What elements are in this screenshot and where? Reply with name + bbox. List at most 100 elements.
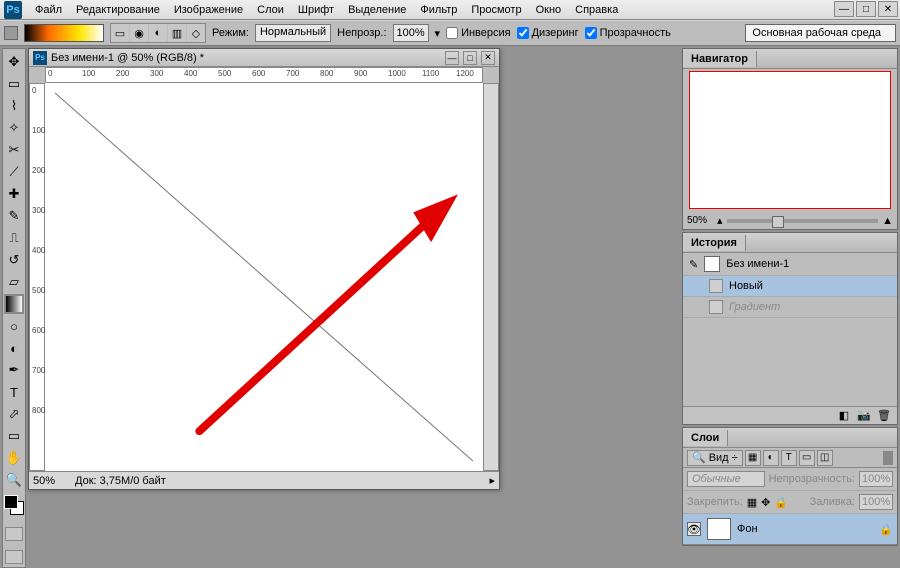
dodge-tool[interactable]: ◐ bbox=[4, 338, 24, 358]
layer-filter-kind[interactable]: 🔍 Вид ÷ bbox=[687, 450, 743, 466]
opacity-input[interactable] bbox=[393, 24, 429, 42]
stamp-tool[interactable]: ⎍ bbox=[4, 228, 24, 248]
crop-tool[interactable]: ✂ bbox=[4, 140, 24, 160]
pen-tool[interactable]: ✒ bbox=[4, 360, 24, 380]
history-brush-tool[interactable]: ↺ bbox=[4, 250, 24, 270]
blur-tool[interactable]: ○ bbox=[4, 316, 24, 336]
hand-tool[interactable]: ✋ bbox=[4, 448, 24, 468]
menu-filter[interactable]: Фильтр bbox=[413, 2, 464, 18]
gradient-reflected[interactable]: ▥ bbox=[168, 24, 186, 42]
lasso-tool[interactable]: ⌇ bbox=[4, 96, 24, 116]
zoom-tool[interactable]: 🔍 bbox=[4, 470, 24, 490]
navigator-slider[interactable] bbox=[727, 219, 879, 223]
fill-value[interactable]: 100% bbox=[859, 494, 893, 510]
window-maximize[interactable]: □ bbox=[856, 1, 876, 17]
screenmode-toggle[interactable] bbox=[5, 550, 23, 564]
mode-label: Режим: bbox=[212, 27, 249, 39]
fill-label: Заливка: bbox=[810, 496, 855, 508]
opacity-label: Непрозр.: bbox=[337, 27, 386, 39]
eraser-tool[interactable]: ▱ bbox=[4, 272, 24, 292]
ruler-horizontal[interactable]: 0100200300400500600700800900100011001200 bbox=[45, 67, 483, 83]
filter-smart-icon[interactable]: ◫ bbox=[817, 450, 833, 466]
document-window: Ps Без имени-1 @ 50% (RGB/8) * — □ ✕ 010… bbox=[28, 48, 500, 490]
doc-ps-icon: Ps bbox=[33, 51, 47, 65]
lock-pixels-icon[interactable]: ▦ bbox=[747, 496, 757, 509]
gradient-angle[interactable]: ◐ bbox=[149, 24, 167, 42]
history-brush-source-icon[interactable]: ✎ bbox=[689, 258, 698, 271]
shape-tool[interactable]: ▭ bbox=[4, 426, 24, 446]
history-snapshot[interactable]: ✎ Без имени-1 bbox=[683, 253, 897, 276]
snapshot-thumb bbox=[704, 256, 720, 272]
canvas[interactable] bbox=[45, 83, 483, 471]
layers-panel: Слои 🔍 Вид ÷ ▦ ◐ T ▭ ◫ Обычные Непрозрач… bbox=[682, 427, 898, 546]
zoom-value[interactable]: 50% bbox=[29, 475, 69, 487]
window-minimize[interactable]: — bbox=[834, 1, 854, 17]
zoom-in-icon[interactable]: ▲ bbox=[882, 215, 893, 227]
path-tool[interactable]: ⬀ bbox=[4, 404, 24, 424]
window-close[interactable]: ✕ bbox=[878, 1, 898, 17]
doc-close[interactable]: ✕ bbox=[481, 51, 495, 65]
type-tool[interactable]: T bbox=[4, 382, 24, 402]
scrollbar-vertical[interactable] bbox=[483, 83, 499, 471]
history-snapshot-button[interactable]: ◧ bbox=[837, 409, 851, 423]
menu-edit[interactable]: Редактирование bbox=[69, 2, 167, 18]
history-delete-button[interactable]: 🗑 bbox=[877, 409, 891, 423]
layer-thumb[interactable] bbox=[707, 518, 731, 540]
menu-select[interactable]: Выделение bbox=[341, 2, 413, 18]
navigator-zoom[interactable]: 50% bbox=[687, 215, 713, 226]
scrollbar-horizontal[interactable]: ▸ bbox=[485, 474, 499, 487]
dither-checkbox[interactable]: Дизеринг bbox=[517, 27, 579, 39]
layer-opacity-value[interactable]: 100% bbox=[859, 471, 893, 487]
filter-toggle[interactable] bbox=[883, 451, 893, 465]
gradient-preview[interactable] bbox=[24, 24, 104, 42]
history-item-new[interactable]: Новый bbox=[683, 276, 897, 297]
eyedropper-tool[interactable]: ⟋ bbox=[4, 162, 24, 182]
healing-tool[interactable]: ✚ bbox=[4, 184, 24, 204]
gradient-step-icon bbox=[709, 300, 723, 314]
menu-help[interactable]: Справка bbox=[568, 2, 625, 18]
filter-shape-icon[interactable]: ▭ bbox=[799, 450, 815, 466]
menu-layers[interactable]: Слои bbox=[250, 2, 291, 18]
wand-tool[interactable]: ✧ bbox=[4, 118, 24, 138]
tool-preset-icon[interactable] bbox=[4, 26, 18, 40]
filter-type-icon[interactable]: T bbox=[781, 450, 797, 466]
transparency-checkbox[interactable]: Прозрачность bbox=[585, 27, 671, 39]
zoom-out-icon[interactable]: ▴ bbox=[717, 214, 723, 227]
history-newdoc-button[interactable]: 📷 bbox=[857, 409, 871, 423]
gradient-linear[interactable]: ▭ bbox=[111, 24, 129, 42]
color-swatches[interactable] bbox=[4, 495, 24, 515]
navigator-preview[interactable] bbox=[689, 71, 891, 209]
opacity-popup-icon[interactable]: ▾ bbox=[435, 27, 441, 40]
history-item-gradient[interactable]: Градиент bbox=[683, 297, 897, 318]
gradient-diamond[interactable]: ◇ bbox=[187, 24, 205, 42]
ruler-vertical[interactable]: 0100200300400500600700800 bbox=[29, 83, 45, 471]
doc-minimize[interactable]: — bbox=[445, 51, 459, 65]
quickmask-toggle[interactable] bbox=[5, 527, 23, 541]
menu-view[interactable]: Просмотр bbox=[464, 2, 528, 18]
gradient-tool[interactable] bbox=[4, 294, 24, 314]
doc-maximize[interactable]: □ bbox=[463, 51, 477, 65]
menu-type[interactable]: Шрифт bbox=[291, 2, 341, 18]
menu-file[interactable]: Файл bbox=[28, 2, 69, 18]
gradient-radial[interactable]: ◉ bbox=[130, 24, 148, 42]
blend-mode[interactable]: Обычные bbox=[687, 471, 765, 487]
history-tab[interactable]: История bbox=[683, 235, 746, 251]
document-titlebar[interactable]: Ps Без имени-1 @ 50% (RGB/8) * — □ ✕ bbox=[29, 49, 499, 67]
layers-tab[interactable]: Слои bbox=[683, 430, 728, 446]
lock-all-icon[interactable]: 🔒 bbox=[774, 496, 788, 509]
layer-name[interactable]: Фон bbox=[737, 523, 758, 535]
move-tool[interactable]: ✥ bbox=[4, 52, 24, 72]
lock-position-icon[interactable]: ✥ bbox=[761, 496, 770, 509]
filter-adjust-icon[interactable]: ◐ bbox=[763, 450, 779, 466]
blend-mode-select[interactable]: Нормальный bbox=[255, 24, 331, 42]
visibility-icon[interactable]: 👁 bbox=[687, 522, 701, 536]
navigator-tab[interactable]: Навигатор bbox=[683, 51, 757, 67]
marquee-tool[interactable]: ▭ bbox=[4, 74, 24, 94]
workspace-select[interactable]: Основная рабочая среда bbox=[745, 24, 896, 42]
filter-pixel-icon[interactable]: ▦ bbox=[745, 450, 761, 466]
menu-window[interactable]: Окно bbox=[529, 2, 569, 18]
menu-image[interactable]: Изображение bbox=[167, 2, 250, 18]
invert-checkbox[interactable]: Инверсия bbox=[446, 27, 511, 39]
brush-tool[interactable]: ✎ bbox=[4, 206, 24, 226]
doc-info[interactable]: Док: 3,75M/0 байт bbox=[69, 475, 485, 487]
